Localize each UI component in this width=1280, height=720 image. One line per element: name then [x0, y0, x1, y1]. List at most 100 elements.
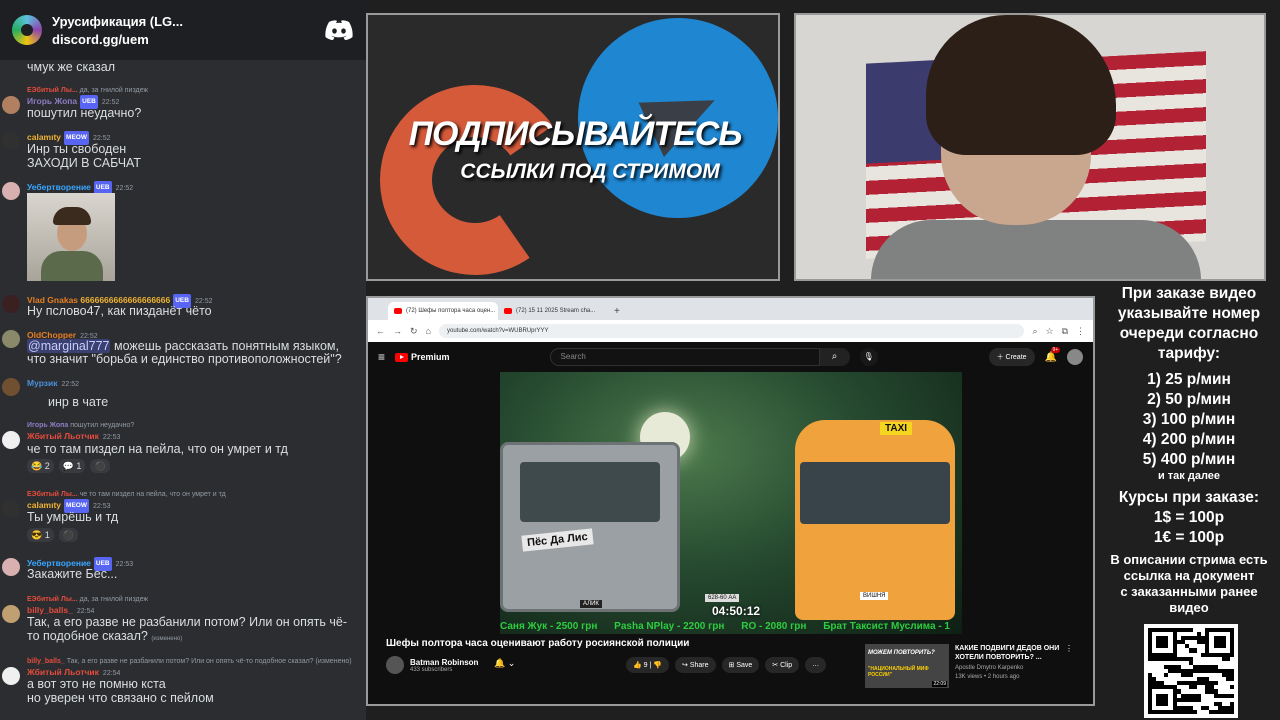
server-invite[interactable]: discord.gg/uem — [52, 32, 324, 47]
discord-chat-panel: Урусификация (LG... discord.gg/uem чмук … — [0, 0, 366, 720]
menu-dots-icon[interactable]: ⋮ — [1076, 326, 1085, 337]
recommended-title[interactable]: КАКИЕ ПОДВИГИ ДЕДОВ ОНИ ХОТЕЛИ ПОВТОРИТЬ… — [955, 644, 1075, 662]
search-input[interactable]: Search — [549, 348, 820, 366]
reaction[interactable]: 😎 1 — [27, 528, 54, 542]
like-button[interactable]: 👍 9 | 👎 — [626, 657, 670, 673]
message-text: ЗАХОДИ В САБЧАТ — [27, 156, 142, 170]
discord-logo-icon — [325, 20, 353, 40]
back-icon[interactable]: ← — [376, 326, 385, 336]
zoom-icon[interactable]: ⌕ — [1032, 326, 1037, 337]
price-tier: 4) 200 р/мин — [1142, 431, 1236, 448]
channel-name[interactable]: Batman Robinson — [410, 658, 478, 667]
reaction[interactable]: 😂 2 — [27, 459, 54, 473]
user-mention[interactable]: @marginal777 — [27, 339, 111, 353]
chat-header: Урусификация (LG... discord.gg/uem — [0, 0, 366, 60]
avatar[interactable] — [2, 605, 20, 623]
username[interactable]: Мурзик — [27, 378, 57, 388]
create-button[interactable]: ＋ Create — [988, 348, 1035, 366]
message-text: что значит "борьба и единство противопол… — [27, 352, 342, 366]
username[interactable]: Жбитый Льотчик — [27, 667, 99, 677]
reaction[interactable]: ⚫ — [58, 528, 78, 542]
message-text: Ну пслово47, как пизданёт чёто — [27, 304, 212, 318]
hamburger-menu-icon[interactable]: ≡ — [378, 350, 385, 364]
star-icon[interactable]: ☆ — [1045, 326, 1053, 337]
avatar[interactable] — [2, 295, 20, 313]
browser-tab[interactable]: (72) Шефы полтора часа оцен... — [388, 302, 498, 320]
browser-tab[interactable]: (72) 15 11 2025 Stream cha... — [498, 302, 608, 320]
youtube-header: ≡ Premium Search ⌕ 🎙 ＋ Create 🔔 9+ — [368, 342, 1093, 372]
avatar[interactable] — [2, 330, 20, 348]
price-tiers: 1) 25 р/мин 2) 50 р/мин 3) 100 р/мин 4) … — [1100, 370, 1278, 482]
video-actions: 👍 9 | 👎 ↪ Share ⊞ Save ✂ Clip … — [626, 657, 827, 673]
avatar[interactable] — [2, 378, 20, 396]
extensions-icon[interactable]: ⧉ — [1062, 326, 1068, 337]
message-text: а вот это не помню кста — [27, 677, 166, 691]
recommended-author[interactable]: Apostle Dmytro Karpenko — [955, 665, 1023, 671]
donation-ticker: Саня Жук - 2500 грн Pasha NPlay - 2200 г… — [500, 621, 962, 634]
reaction[interactable]: ⚫ — [90, 459, 110, 473]
youtube-logo[interactable]: Premium — [395, 352, 450, 362]
home-icon[interactable]: ⌂ — [426, 326, 431, 336]
stream-timer: 04:50:12 — [712, 604, 761, 618]
taxi-sign: TAXI — [880, 422, 913, 435]
address-bar-row: ← → ↻ ⌂ youtube.com/watch?v=WUBRUprYYY ⌕… — [368, 320, 1093, 342]
recommended-thumbnail[interactable]: МОЖЕМ ПОВТОРИТЬ? "НАЦИОНАЛЬНЫЙ МИФ РОССИ… — [865, 644, 949, 688]
message-text: @marginal777 можешь рассказать понятным … — [27, 339, 339, 353]
timestamp: 22:52 — [61, 381, 80, 388]
message-text: Инр ты свободен — [27, 142, 127, 156]
duration-badge: 22:09 — [932, 681, 947, 687]
microphone-icon[interactable]: 🎙 — [859, 348, 878, 366]
avatar[interactable] — [2, 182, 20, 200]
clip-button[interactable]: ✂ Clip — [765, 657, 800, 673]
timestamp: 22:53 — [92, 503, 111, 510]
username[interactable]: Игорь Жопа — [27, 96, 77, 106]
more-actions-button[interactable]: … — [805, 657, 827, 673]
account-avatar[interactable] — [1067, 349, 1083, 365]
message-text: инр в чате — [48, 395, 109, 409]
subscriber-count: 433 subscribers — [410, 666, 453, 673]
forward-icon[interactable]: → — [393, 326, 402, 336]
channel-avatar[interactable] — [386, 656, 404, 674]
timestamp: 22:53 — [102, 434, 121, 441]
avatar[interactable] — [2, 558, 20, 576]
avatar[interactable] — [2, 667, 20, 685]
recommended-video[interactable]: МОЖЕМ ПОВТОРИТЬ? "НАЦИОНАЛЬНЫЙ МИФ РОССИ… — [865, 644, 1085, 688]
ticker-item: Pasha NPlay - 2200 грн — [614, 621, 725, 632]
avatar[interactable] — [2, 500, 20, 518]
promo-banner: ПОДПИСЫВАЙТЕСЬ ССЫЛКИ ПОД СТРИМОМ — [366, 13, 780, 281]
reaction[interactable]: 💬 1 — [58, 459, 86, 473]
url-field[interactable]: youtube.com/watch?v=WUBRUprYYY — [438, 324, 1025, 338]
message-text: то подобное сказал? (изменено) — [27, 629, 183, 643]
price-tier: 1) 25 р/мин — [1147, 371, 1231, 388]
username[interactable]: Уебертворение — [27, 182, 91, 192]
attached-image[interactable] — [27, 193, 115, 281]
youtube-favicon-icon — [504, 308, 512, 314]
username[interactable]: Жбитый Льотчик — [27, 431, 99, 441]
streamer-hair — [926, 15, 1116, 155]
username[interactable]: calamıty — [27, 132, 61, 142]
username[interactable]: calamıty — [27, 500, 61, 510]
avatar[interactable] — [2, 431, 20, 449]
message-text: Ты умрёшь и тд — [27, 510, 119, 524]
price-tier: 5) 400 р/мин — [1142, 451, 1236, 468]
webcam-feed — [794, 13, 1266, 281]
more-options-icon[interactable]: ⋮ — [1065, 644, 1073, 653]
timestamp: 22:54 — [76, 608, 95, 615]
new-tab-button[interactable]: + — [614, 306, 620, 317]
server-icon[interactable] — [12, 15, 42, 45]
save-button[interactable]: ⊞ Save — [721, 657, 760, 673]
price-tier: 3) 100 р/мин — [1142, 411, 1236, 428]
avatar[interactable] — [2, 96, 20, 114]
notifications-bell-icon[interactable]: 🔔 9+ — [1045, 346, 1061, 363]
username[interactable]: billy_balls_ — [27, 605, 73, 615]
youtube-play-icon — [395, 352, 409, 362]
qr-code[interactable] — [1144, 624, 1238, 718]
plate: 628-60 АА — [705, 594, 740, 602]
share-button[interactable]: ↪ Share — [675, 657, 716, 673]
subscribe-bell-icon[interactable]: 🔔 ⌄ — [494, 658, 515, 669]
search-icon[interactable]: ⌕ — [819, 348, 850, 366]
avatar[interactable] — [2, 132, 20, 150]
price-header: При заказе видео указывайте номер очеред… — [1117, 285, 1261, 362]
video-player[interactable]: Пёс Да Лис АЛИК 628-60 АА TAXI ВИШНЯ 04:… — [500, 372, 962, 634]
reload-icon[interactable]: ↻ — [410, 326, 418, 337]
